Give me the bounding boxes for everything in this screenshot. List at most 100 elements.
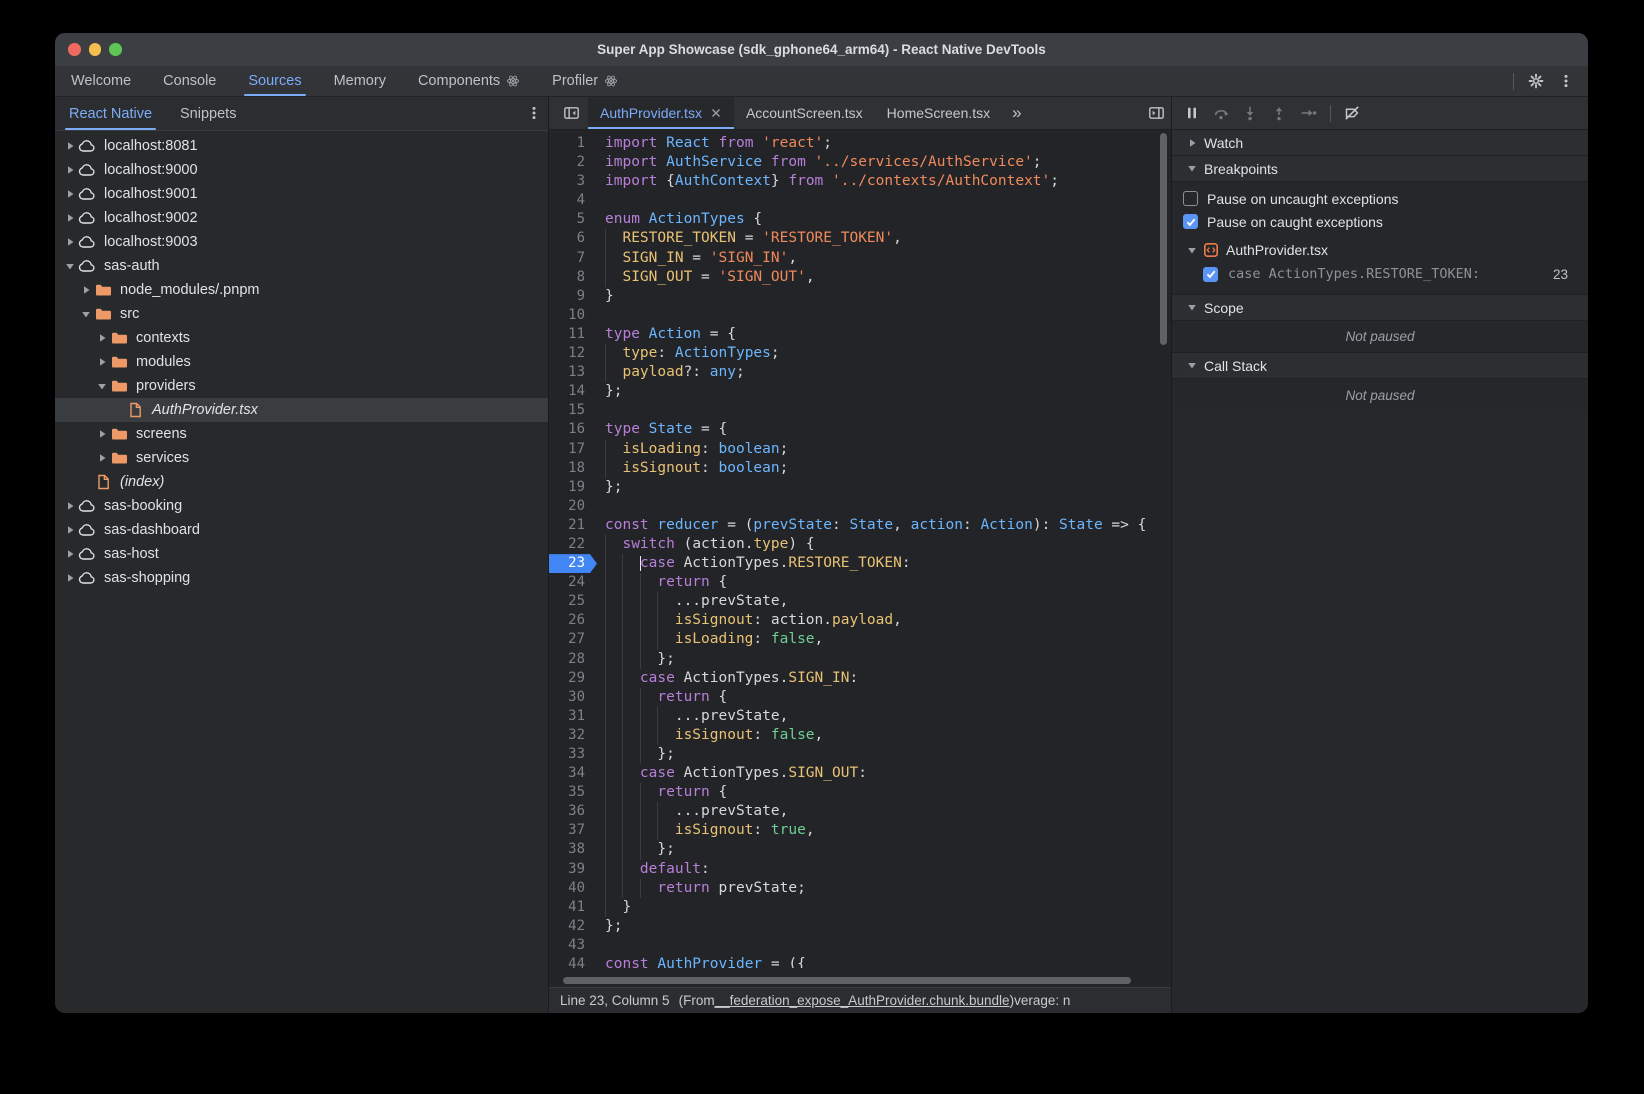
tree-item-screens[interactable]: screens: [55, 422, 548, 446]
tree-item-providers[interactable]: providers: [55, 374, 548, 398]
hide-debugger-icon[interactable]: [1140, 97, 1171, 129]
chevron-right-icon[interactable]: [95, 333, 109, 343]
tree-item-sas-shopping[interactable]: sas-shopping: [55, 566, 548, 590]
chevron-down-icon[interactable]: [63, 262, 77, 271]
tree-item-services[interactable]: services: [55, 446, 548, 470]
line-number[interactable]: 1: [549, 134, 597, 153]
chevron-right-icon[interactable]: [63, 237, 77, 247]
code-line[interactable]: 40 return prevState;: [549, 879, 1171, 898]
minimize-window-button[interactable]: [89, 43, 102, 56]
tab-console[interactable]: Console: [147, 66, 232, 96]
editor-vertical-scrollbar[interactable]: [1160, 133, 1167, 345]
code-line-content[interactable]: case ActionTypes.RESTORE_TOKEN:: [597, 554, 1171, 573]
code-line-content[interactable]: };: [597, 382, 1171, 401]
line-number[interactable]: 19: [549, 478, 597, 497]
tab-welcome[interactable]: Welcome: [55, 66, 147, 96]
code-line[interactable]: 42};: [549, 917, 1171, 936]
line-number[interactable]: 2: [549, 153, 597, 172]
scope-section-header[interactable]: Scope: [1172, 295, 1588, 321]
line-number[interactable]: 43: [549, 936, 597, 955]
code-line[interactable]: 18 isSignout: boolean;: [549, 459, 1171, 478]
code-line[interactable]: 1import React from 'react';: [549, 134, 1171, 153]
code-line-content[interactable]: isSignout: boolean;: [597, 459, 1171, 478]
code-line-content[interactable]: return {: [597, 688, 1171, 707]
line-number[interactable]: 37: [549, 821, 597, 840]
chevron-right-icon[interactable]: [95, 357, 109, 367]
code-line[interactable]: 14};: [549, 382, 1171, 401]
line-number[interactable]: 16: [549, 420, 597, 439]
tree-item-authprovider-tsx[interactable]: AuthProvider.tsx: [55, 398, 548, 422]
chevron-right-icon[interactable]: [63, 165, 77, 175]
code-line[interactable]: 30 return {: [549, 688, 1171, 707]
code-line-content[interactable]: SIGN_IN = 'SIGN_IN',: [597, 249, 1171, 268]
navigator-tab-snippets[interactable]: Snippets: [166, 97, 250, 130]
watch-section-header[interactable]: Watch: [1172, 130, 1588, 156]
line-number[interactable]: 10: [549, 306, 597, 325]
chevron-down-icon[interactable]: [95, 382, 109, 391]
pause-icon[interactable]: [1184, 105, 1200, 121]
execution-line-badge[interactable]: 23: [549, 554, 597, 573]
line-number[interactable]: 38: [549, 840, 597, 859]
editor-tab-accountscreen.tsx[interactable]: AccountScreen.tsx: [734, 97, 875, 129]
code-line[interactable]: 8 SIGN_OUT = 'SIGN_OUT',: [549, 268, 1171, 287]
code-editor[interactable]: 1import React from 'react';2import AuthS…: [549, 130, 1171, 987]
tree-item-localhost-9000[interactable]: localhost:9000: [55, 158, 548, 182]
code-line[interactable]: 37 isSignout: true,: [549, 821, 1171, 840]
line-number[interactable]: 40: [549, 879, 597, 898]
code-line[interactable]: 35 return {: [549, 783, 1171, 802]
hide-navigator-icon[interactable]: [549, 97, 588, 129]
tree-item-localhost-9001[interactable]: localhost:9001: [55, 182, 548, 206]
tree-item-localhost-8081[interactable]: localhost:8081: [55, 134, 548, 158]
settings-gear-icon[interactable]: [1528, 73, 1544, 89]
line-number[interactable]: 29: [549, 669, 597, 688]
code-line[interactable]: 12 type: ActionTypes;: [549, 344, 1171, 363]
line-number[interactable]: 30: [549, 688, 597, 707]
line-number[interactable]: 21: [549, 516, 597, 535]
step-icon[interactable]: [1300, 105, 1317, 121]
code-line-content[interactable]: type State = {: [597, 420, 1171, 439]
line-number[interactable]: 14: [549, 382, 597, 401]
exception-toggle-row[interactable]: Pause on uncaught exceptions: [1172, 187, 1588, 210]
code-line-content[interactable]: }: [597, 287, 1171, 306]
code-line[interactable]: 4: [549, 191, 1171, 210]
code-line-content[interactable]: case ActionTypes.SIGN_IN:: [597, 669, 1171, 688]
maximize-window-button[interactable]: [109, 43, 122, 56]
chevron-right-icon[interactable]: [63, 141, 77, 151]
source-bundle-link[interactable]: __federation_expose_AuthProvider.chunk.b…: [715, 993, 1010, 1008]
code-line-content[interactable]: isSignout: true,: [597, 821, 1171, 840]
step-out-icon[interactable]: [1271, 105, 1287, 121]
step-over-icon[interactable]: [1213, 105, 1229, 121]
chevron-right-icon[interactable]: [63, 573, 77, 583]
chevron-right-icon[interactable]: [63, 213, 77, 223]
code-line[interactable]: 16type State = {: [549, 420, 1171, 439]
code-line-content[interactable]: [597, 936, 1171, 955]
code-line[interactable]: 22 switch (action.type) {: [549, 535, 1171, 554]
code-line-content[interactable]: };: [597, 478, 1171, 497]
tab-components[interactable]: Components: [402, 66, 536, 96]
code-line-content[interactable]: const AuthProvider = ({: [597, 955, 1171, 968]
chevron-right-icon[interactable]: [79, 285, 93, 295]
tree-item-localhost-9003[interactable]: localhost:9003: [55, 230, 548, 254]
code-line-content[interactable]: return {: [597, 573, 1171, 592]
line-number[interactable]: 12: [549, 344, 597, 363]
code-line[interactable]: 19};: [549, 478, 1171, 497]
chevron-right-icon[interactable]: [63, 189, 77, 199]
code-line-content[interactable]: };: [597, 745, 1171, 764]
code-line[interactable]: 39 default:: [549, 860, 1171, 879]
line-number[interactable]: 8: [549, 268, 597, 287]
code-line[interactable]: 13 payload?: any;: [549, 363, 1171, 382]
line-number[interactable]: 42: [549, 917, 597, 936]
line-number[interactable]: 3: [549, 172, 597, 191]
exception-checkbox[interactable]: [1183, 214, 1198, 229]
tree-item-sas-dashboard[interactable]: sas-dashboard: [55, 518, 548, 542]
code-line[interactable]: 34 case ActionTypes.SIGN_OUT:: [549, 764, 1171, 783]
line-number[interactable]: 9: [549, 287, 597, 306]
callstack-section-header[interactable]: Call Stack: [1172, 353, 1588, 379]
line-number[interactable]: 22: [549, 535, 597, 554]
chevron-right-icon[interactable]: [63, 549, 77, 559]
line-number[interactable]: 31: [549, 707, 597, 726]
line-number[interactable]: 39: [549, 860, 597, 879]
code-line[interactable]: 6 RESTORE_TOKEN = 'RESTORE_TOKEN',: [549, 229, 1171, 248]
line-number[interactable]: 36: [549, 802, 597, 821]
code-line[interactable]: 44const AuthProvider = ({: [549, 955, 1171, 968]
